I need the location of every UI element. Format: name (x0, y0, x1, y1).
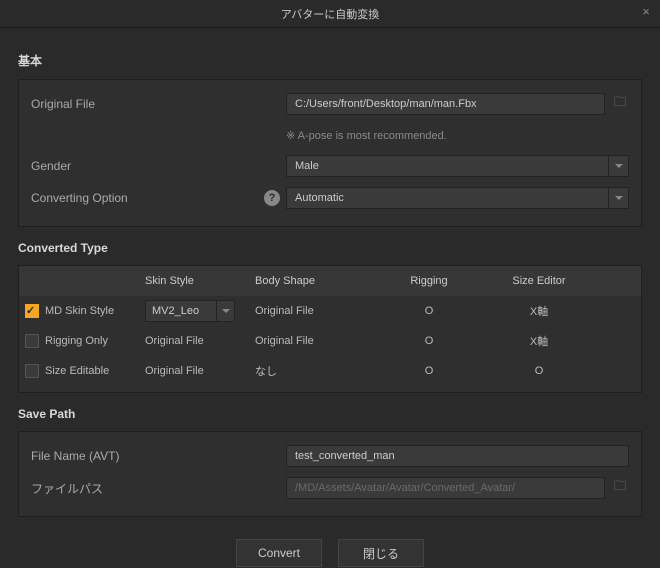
row-label: Size Editable (45, 365, 109, 377)
header-skin-style: Skin Style (143, 275, 253, 287)
gender-select[interactable]: Male (286, 155, 629, 177)
header-body-shape: Body Shape (253, 275, 373, 287)
table-row: Rigging OnlyOriginal FileOriginal FileOX… (19, 326, 641, 356)
close-button[interactable]: 閉じる (338, 539, 424, 567)
size-editor-value: X軸 (483, 333, 593, 349)
chevron-down-icon (608, 188, 628, 208)
skin-style-select[interactable]: MV2_Leo (145, 300, 235, 322)
table-row: Size EditableOriginal FileなしOO (19, 356, 641, 386)
original-file-input[interactable]: C:/Users/front/Desktop/man/man.Fbx (286, 93, 605, 115)
window-title: アバターに自動変換 (281, 6, 380, 22)
row-gender: Gender Male (31, 152, 629, 180)
body-shape-value: なし (253, 363, 373, 379)
body-shape-value: Original File (253, 335, 373, 347)
header-size-editor: Size Editor (483, 275, 593, 287)
skin-style-value: Original File (143, 365, 253, 377)
header-rigging: Rigging (373, 275, 483, 287)
label-file-name: File Name (AVT) (31, 449, 286, 463)
section-converted-type-title: Converted Type (18, 241, 642, 255)
converted-type-header: Skin Style Body Shape Rigging Size Edito… (19, 266, 641, 296)
save-path-box: File Name (AVT) test_converted_man ファイルパ… (18, 431, 642, 517)
row-file-path: ファイルパス /MD/Assets/Avatar/Avatar/Converte… (31, 474, 629, 502)
row-converting-option: Converting Option ? Automatic (31, 184, 629, 212)
footer: Convert 閉じる (18, 539, 642, 567)
folder-icon[interactable]: 🗀 (611, 95, 629, 113)
basic-box: Original File C:/Users/front/Desktop/man… (18, 79, 642, 227)
table-row: MD Skin Style MV2_Leo Original FileOX軸 (19, 296, 641, 326)
row-original-file: Original File C:/Users/front/Desktop/man… (31, 90, 629, 118)
chevron-down-icon (216, 301, 234, 321)
field-original-file: C:/Users/front/Desktop/man/man.Fbx 🗀 (286, 93, 629, 115)
converting-option-select[interactable]: Automatic (286, 187, 629, 209)
checkbox[interactable] (25, 334, 39, 348)
converted-type-body: MD Skin StyleMV2_LeoOriginal FileOX軸Rigg… (19, 296, 641, 386)
section-save-path-title: Save Path (18, 407, 642, 421)
checkbox[interactable] (25, 304, 39, 318)
content: 基本 Original File C:/Users/front/Desktop/… (0, 28, 660, 567)
apose-note: ※ A-pose is most recommended. (286, 129, 447, 142)
file-name-value: test_converted_man (295, 450, 395, 462)
rigging-value: O (373, 365, 483, 377)
body-shape-value: Original File (253, 305, 373, 317)
section-basic-title: 基本 (18, 52, 642, 69)
checkbox[interactable] (25, 364, 39, 378)
help-icon[interactable]: ? (264, 190, 280, 206)
rigging-value: O (373, 335, 483, 347)
label-original-file: Original File (31, 97, 286, 111)
original-file-value: C:/Users/front/Desktop/man/man.Fbx (295, 98, 477, 110)
titlebar: アバターに自動変換 × (0, 0, 660, 28)
row-apose-note: ※ A-pose is most recommended. (31, 122, 629, 150)
label-file-path: ファイルパス (31, 480, 286, 497)
label-converting-option: Converting Option ? (31, 190, 286, 206)
label-gender: Gender (31, 159, 286, 173)
row-file-name: File Name (AVT) test_converted_man (31, 442, 629, 470)
row-label: Rigging Only (45, 335, 108, 347)
converting-option-value: Automatic (295, 192, 344, 204)
file-name-input[interactable]: test_converted_man (286, 445, 629, 467)
chevron-down-icon (608, 156, 628, 176)
rigging-value: O (373, 305, 483, 317)
close-icon[interactable]: × (638, 4, 654, 20)
convert-button[interactable]: Convert (236, 539, 322, 567)
file-path-value: /MD/Assets/Avatar/Avatar/Converted_Avata… (295, 482, 515, 494)
converted-type-box: Skin Style Body Shape Rigging Size Edito… (18, 265, 642, 393)
size-editor-value: O (483, 365, 593, 377)
skin-style-value: Original File (143, 335, 253, 347)
file-path-input: /MD/Assets/Avatar/Avatar/Converted_Avata… (286, 477, 605, 499)
row-label: MD Skin Style (45, 305, 114, 317)
folder-icon[interactable]: 🗀 (611, 479, 629, 497)
gender-value: Male (295, 160, 319, 172)
size-editor-value: X軸 (483, 303, 593, 319)
